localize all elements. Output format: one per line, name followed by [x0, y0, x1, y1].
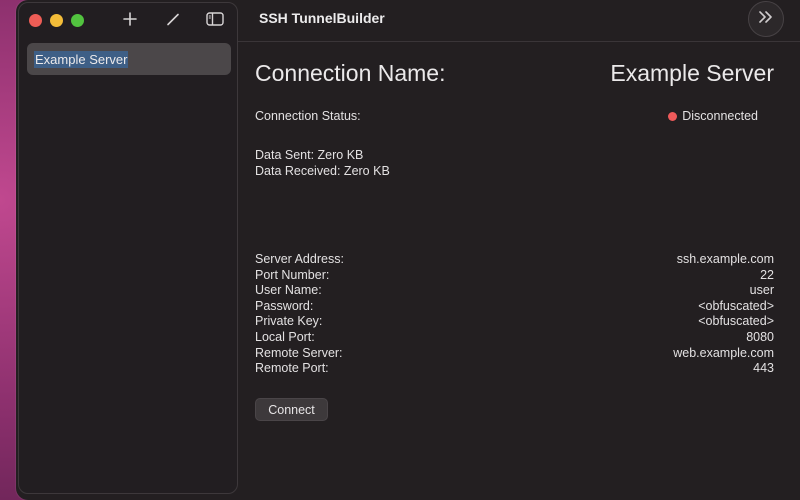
connect-button[interactable]: Connect: [255, 398, 328, 421]
app-title: SSH TunnelBuilder: [259, 10, 385, 26]
close-window-button[interactable]: [29, 14, 42, 27]
toggle-sidebar-button[interactable]: [203, 11, 227, 31]
detail-value: 22: [760, 267, 774, 282]
detail-value: <obfuscated>: [698, 298, 774, 313]
edit-server-button[interactable]: [161, 11, 185, 31]
detail-row-remote-server: Remote Server: web.example.com: [255, 346, 774, 362]
detail-row-port-number: Port Number: 22: [255, 268, 774, 284]
detail-value: user: [749, 283, 774, 298]
detail-label: Password:: [255, 298, 314, 313]
expand-button[interactable]: [748, 1, 784, 37]
zoom-window-button[interactable]: [71, 14, 84, 27]
detail-value: 8080: [746, 329, 774, 344]
connection-status: Disconnected: [668, 109, 758, 123]
data-received: Data Received: Zero KB: [255, 164, 390, 178]
data-sent: Data Sent: Zero KB: [255, 148, 364, 162]
detail-value: 443: [753, 361, 774, 376]
pencil-icon: [166, 12, 180, 31]
connection-name-value: Example Server: [610, 60, 774, 86]
title-bar: SSH TunnelBuilder: [238, 0, 800, 42]
detail-value: <obfuscated>: [698, 314, 774, 329]
app-window: Example Server SSH TunnelBuilder Connect…: [16, 0, 800, 500]
connection-details: Server Address: ssh.example.com Port Num…: [255, 252, 774, 377]
detail-label: Server Address:: [255, 252, 344, 266]
minimize-window-button[interactable]: [50, 14, 63, 27]
detail-row-user-name: User Name: user: [255, 283, 774, 299]
detail-value: web.example.com: [673, 345, 774, 360]
detail-label: User Name:: [255, 283, 322, 298]
sidebar-toggle-icon: [206, 11, 224, 31]
detail-row-server-address: Server Address: ssh.example.com: [255, 252, 774, 268]
detail-label: Private Key:: [255, 314, 323, 329]
window-controls: [29, 14, 84, 27]
detail-label: Remote Server:: [255, 345, 343, 360]
detail-value: ssh.example.com: [676, 252, 774, 266]
detail-row-password: Password: <obfuscated>: [255, 299, 774, 315]
status-dot-icon: [668, 111, 678, 121]
detail-label: Port Number:: [255, 267, 330, 282]
detail-label: Remote Port:: [255, 361, 329, 376]
chevron-double-right-icon: [758, 10, 774, 29]
plus-icon: [123, 11, 137, 31]
sidebar-item-label: Example Server: [34, 50, 129, 68]
connection-name-label: Connection Name:: [255, 60, 446, 86]
sidebar: Example Server: [18, 2, 238, 494]
add-server-button[interactable]: [118, 11, 142, 31]
connection-status-value: Disconnected: [682, 109, 758, 123]
detail-row-private-key: Private Key: <obfuscated>: [255, 314, 774, 330]
detail-row-remote-port: Remote Port: 443: [255, 361, 774, 377]
detail-pane: SSH TunnelBuilder Connection Name: Examp…: [238, 0, 800, 500]
sidebar-item-example-server[interactable]: Example Server: [27, 43, 231, 75]
detail-row-local-port: Local Port: 8080: [255, 330, 774, 346]
connection-status-label: Connection Status:: [255, 109, 361, 123]
detail-label: Local Port:: [255, 329, 315, 344]
